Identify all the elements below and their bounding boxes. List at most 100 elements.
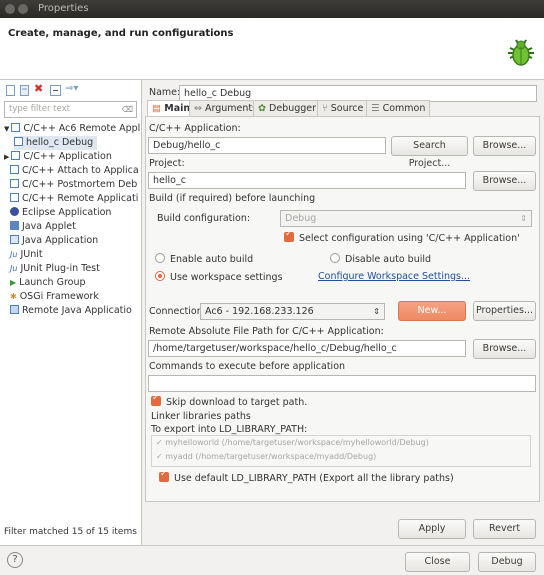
configuration-sidebar: ✖ ⇒▾ type filter text ⌫ ▼ C/C++ Ac6 Remot…: [0, 80, 142, 545]
tab-source[interactable]: ⑂ Source: [317, 100, 369, 116]
debugger-icon: ✿: [258, 103, 266, 114]
linker-label: Linker libraries paths: [151, 411, 251, 422]
close-button[interactable]: Close: [405, 552, 470, 572]
tab-arguments[interactable]: ⇔ Arguments: [189, 100, 263, 116]
dialog-header: Create, manage, and run configurations: [0, 18, 544, 80]
tree-item-hello-c-debug[interactable]: hello_c Debug: [14, 136, 98, 150]
revert-button[interactable]: Revert: [473, 519, 536, 539]
filter-input[interactable]: type filter text ⌫: [4, 101, 137, 118]
window-titlebar: Properties: [0, 0, 544, 18]
tree-item-remote-java[interactable]: Remote Java Applicatio: [10, 304, 132, 318]
tree-item-java-application[interactable]: Java Application: [10, 234, 98, 248]
dialog-footer: ? Close Debug: [0, 545, 544, 575]
applet-icon: [10, 221, 19, 230]
tab-debugger[interactable]: ✿ Debugger: [253, 100, 322, 116]
new-connection-button[interactable]: New...: [398, 301, 466, 321]
tree-item-postmortem[interactable]: C/C++ Postmortem Deb: [10, 178, 137, 192]
close-window-icon[interactable]: [5, 4, 15, 14]
tree-item-attach[interactable]: C/C++ Attach to Applica: [10, 164, 139, 178]
filter-menu-icon[interactable]: ⇒▾: [65, 83, 78, 94]
remote-path-field[interactable]: /home/targetuser/workspace/hello_c/Debug…: [148, 340, 466, 357]
remote-path-label: Remote Absolute File Path for C/C++ Appl…: [149, 326, 384, 337]
tree-item-junit-plugin[interactable]: Ju JUnit Plug-in Test: [10, 262, 100, 276]
name-label: Name:: [149, 87, 181, 98]
tree-item-osgi[interactable]: ✱ OSGi Framework: [10, 290, 99, 304]
launch-group-icon: ▶: [10, 278, 17, 287]
debug-bug-icon: [508, 39, 534, 66]
tree-item-remote-app[interactable]: C/C++ Remote Applicati: [10, 192, 138, 206]
junit-plugin-icon: Ju: [10, 264, 18, 273]
collapse-all-icon[interactable]: [50, 85, 61, 96]
configuration-tree: ▼ C/C++ Ac6 Remote Appl hello_c Debug ▶ C/…: [4, 122, 140, 372]
build-config-label: Build configuration:: [157, 213, 251, 224]
tree-item-junit[interactable]: Ju JUnit: [10, 248, 43, 262]
expand-arrow-icon[interactable]: ▼: [4, 125, 9, 133]
collapse-arrow-icon[interactable]: ▶: [4, 153, 9, 161]
checkbox-checked-icon: [284, 229, 294, 242]
window-title: Properties: [38, 3, 89, 14]
tab-main[interactable]: ▤ Main: [147, 100, 196, 116]
junit-icon: Ju: [10, 250, 18, 259]
tree-item-c-application[interactable]: ▶ C/C++ Application: [4, 150, 112, 164]
ld-path-list: ✓ myhelloworld (/home/targetuser/workspa…: [151, 435, 531, 467]
use-workspace-radio[interactable]: Use workspace settings: [155, 271, 283, 283]
project-field[interactable]: hello_c: [148, 172, 466, 189]
select-config-checkbox[interactable]: Select configuration using 'C/C++ Applic…: [284, 229, 520, 244]
ld-path-item[interactable]: ✓ myhelloworld (/home/targetuser/workspa…: [156, 438, 429, 447]
skip-download-checkbox[interactable]: Skip download to target path.: [151, 393, 307, 408]
c-config-icon: [10, 179, 19, 188]
radio-selected-icon: [155, 271, 165, 281]
clear-filter-icon[interactable]: ⌫: [122, 102, 133, 117]
apply-button[interactable]: Apply: [398, 519, 466, 539]
eclipse-icon: [10, 207, 19, 216]
browse-app-button[interactable]: Browse...: [473, 136, 536, 156]
connection-select[interactable]: Ac6 - 192.168.233.126 ⇕: [200, 303, 385, 320]
commands-label: Commands to execute before application: [149, 361, 346, 372]
dropdown-arrow-icon: ⇕: [520, 214, 527, 223]
checkbox-checked-icon: [151, 393, 161, 406]
tree-item-ac6-remote[interactable]: ▼ C/C++ Ac6 Remote Appl: [4, 122, 140, 136]
filter-status: Filter matched 15 of 15 items: [4, 527, 137, 537]
project-label: Project:: [149, 158, 185, 169]
c-app-field[interactable]: Debug/hello_c: [148, 137, 386, 154]
radio-icon: [155, 253, 165, 263]
arguments-icon: ⇔: [194, 103, 202, 114]
commands-field[interactable]: [148, 375, 536, 392]
c-app-label: C/C++ Application:: [149, 123, 241, 134]
c-config-icon: [10, 165, 19, 174]
browse-remote-button[interactable]: Browse...: [473, 339, 536, 359]
search-project-button[interactable]: Search Project...: [391, 136, 468, 169]
checkbox-checked-icon: [159, 469, 169, 482]
tab-common[interactable]: ☰ Common: [366, 100, 431, 116]
disable-auto-build-radio[interactable]: Disable auto build: [330, 253, 431, 265]
help-icon[interactable]: ?: [7, 552, 23, 568]
build-group-label: Build (if required) before launching: [149, 193, 316, 204]
minimize-window-icon[interactable]: [18, 4, 28, 14]
c-config-icon: [11, 123, 21, 132]
delete-config-icon[interactable]: ✖: [34, 82, 43, 95]
main-tab-icon: ▤: [152, 103, 161, 114]
tree-item-eclipse-app[interactable]: Eclipse Application: [10, 206, 111, 220]
c-config-icon: [14, 137, 23, 146]
osgi-icon: ✱: [10, 292, 17, 301]
connection-label: Connection:: [149, 306, 206, 317]
configure-workspace-link[interactable]: Configure Workspace Settings...: [318, 271, 470, 282]
new-config-icon[interactable]: [6, 85, 16, 96]
tree-item-launch-group[interactable]: ▶ Launch Group: [10, 276, 86, 290]
radio-icon: [330, 253, 340, 263]
tree-item-java-applet[interactable]: Java Applet: [10, 220, 76, 234]
debug-button[interactable]: Debug: [478, 552, 536, 572]
c-config-icon: [11, 151, 21, 160]
build-config-select[interactable]: Debug ⇕: [280, 210, 532, 227]
use-default-ld-checkbox[interactable]: Use default LD_LIBRARY_PATH (Export all …: [159, 469, 454, 484]
java-icon: [10, 235, 19, 244]
ld-path-item[interactable]: ✓ myadd (/home/targetuser/workspace/myad…: [156, 452, 376, 461]
remote-java-icon: [10, 305, 19, 314]
source-icon: ⑂: [322, 103, 328, 114]
enable-auto-build-radio[interactable]: Enable auto build: [155, 253, 253, 265]
dialog-title: Create, manage, and run configurations: [8, 28, 234, 39]
common-icon: ☰: [371, 103, 380, 114]
duplicate-config-icon[interactable]: [20, 85, 30, 96]
connection-properties-button[interactable]: Properties...: [473, 301, 536, 321]
browse-project-button[interactable]: Browse...: [473, 171, 536, 191]
